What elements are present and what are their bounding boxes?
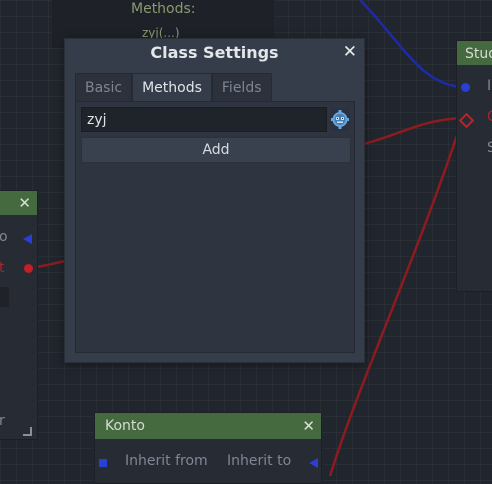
connection-red-top	[359, 116, 463, 147]
port-label-o: o	[0, 229, 8, 245]
port-blue-icon[interactable]	[99, 459, 107, 467]
port-label-r: r	[0, 413, 5, 429]
godot-gear-icon[interactable]	[330, 108, 350, 131]
port-label-i: I	[487, 78, 492, 94]
konto-class-node[interactable]: Konto ✕ Inherit from Inherit to	[94, 412, 322, 484]
konto-node-title: Konto	[95, 413, 321, 439]
port-label-c: C	[487, 109, 492, 125]
methods-label: Methods:	[131, 1, 196, 17]
class-settings-dialog: Class Settings ✕ Basic Methods Fields Ad…	[64, 38, 365, 363]
port-label-s: S	[487, 140, 492, 156]
close-icon[interactable]: ✕	[302, 417, 315, 435]
port-blue-icon[interactable]	[461, 83, 470, 92]
connection-blue	[359, 0, 464, 89]
port-blue-icon[interactable]	[23, 234, 32, 244]
tab-methods[interactable]: Methods	[132, 73, 212, 101]
inherit-from-label: Inherit from	[125, 453, 208, 469]
add-method-button[interactable]: Add	[81, 137, 351, 163]
resize-handle-icon[interactable]	[23, 427, 32, 436]
port-label-t: t	[0, 260, 5, 276]
left-class-node[interactable]: ✕ o t r	[0, 190, 38, 440]
port-red-diamond-icon[interactable]	[458, 112, 475, 129]
tab-basic[interactable]: Basic	[75, 73, 133, 101]
port-blue-triangle-icon[interactable]	[309, 458, 318, 468]
left-node-field	[0, 287, 9, 307]
dialog-title: Class Settings	[150, 43, 279, 62]
port-red-icon[interactable]	[24, 264, 33, 273]
tab-bar: Basic Methods Fields	[75, 73, 272, 101]
right-node-title: Stud	[457, 41, 492, 65]
methods-panel: Add	[75, 101, 355, 353]
close-icon[interactable]: ✕	[18, 194, 31, 212]
close-icon[interactable]: ✕	[343, 42, 357, 62]
right-class-node[interactable]: Stud I C S	[456, 40, 492, 292]
tab-fields[interactable]: Fields	[211, 73, 272, 101]
method-name-input[interactable]	[81, 107, 327, 132]
inherit-to-label: Inherit to	[227, 453, 292, 469]
